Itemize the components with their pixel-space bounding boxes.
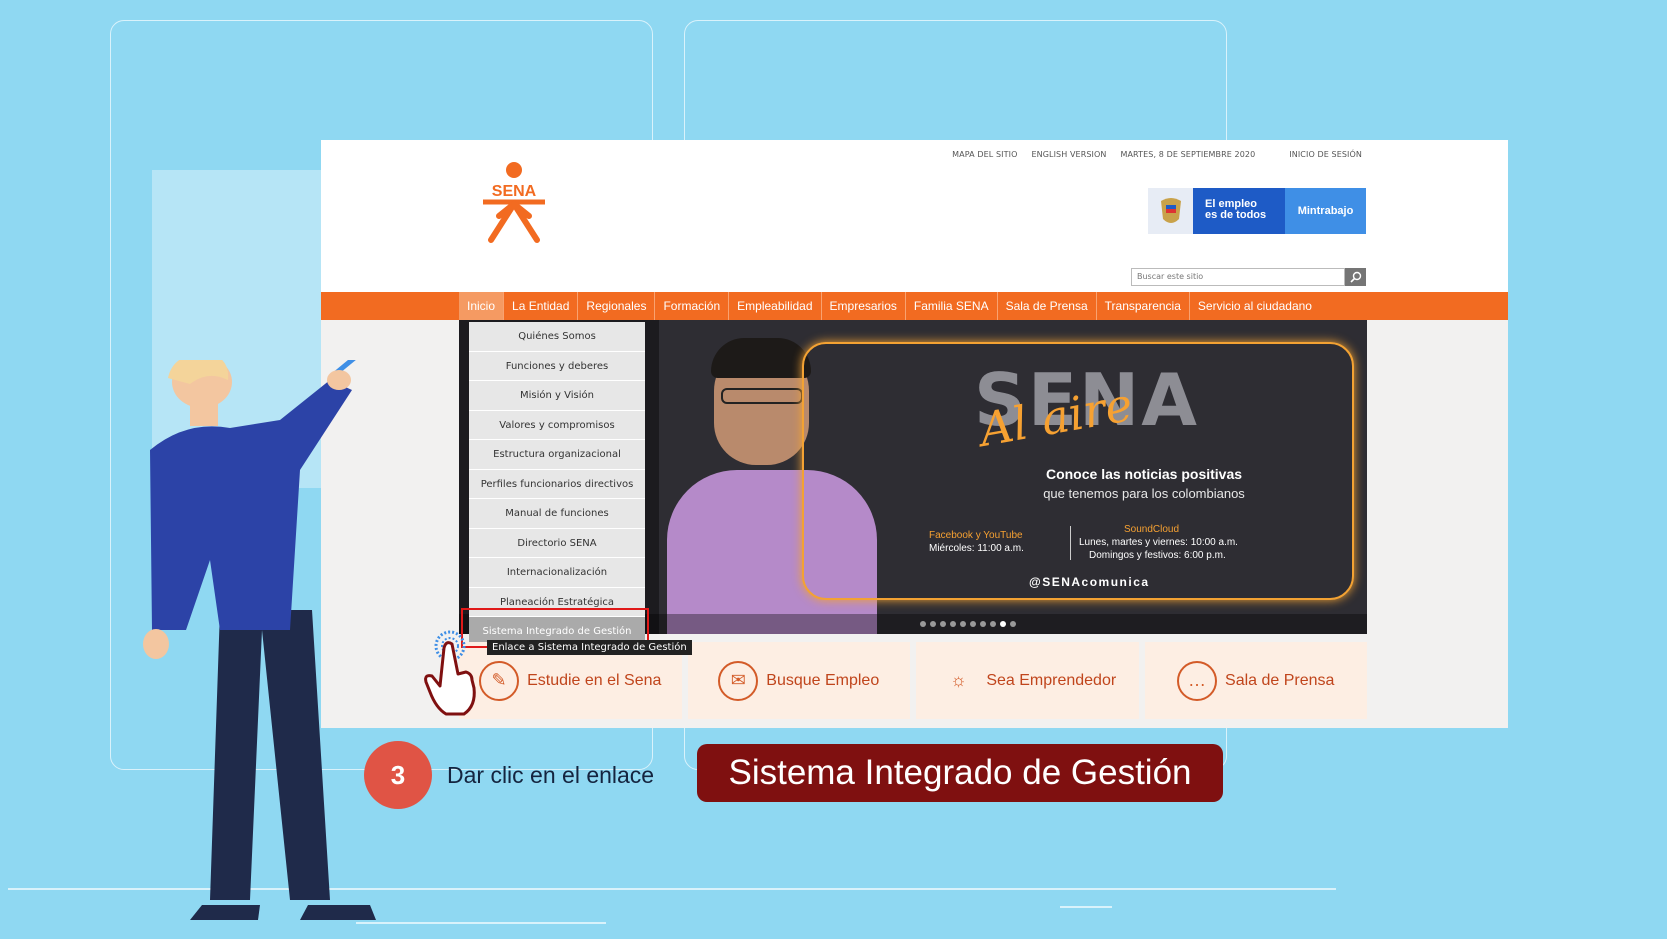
hand-pointer-icon <box>424 630 476 716</box>
card-emprendedor[interactable]: ☼ Sea Emprendedor <box>916 642 1139 719</box>
carousel-dot[interactable] <box>980 621 986 627</box>
soundcloud-time-weekdays: Lunes, martes y viernes: 10:00 a.m. <box>1079 537 1238 548</box>
chat-bubble-icon: … <box>1177 660 1218 701</box>
nav-item-servicio-ciudadano[interactable]: Servicio al ciudadano <box>1188 292 1320 320</box>
nav-item-empresarios[interactable]: Empresarios <box>820 292 905 320</box>
utility-bar: MAPA DEL SITIO ENGLISH VERSION MARTES, 8… <box>952 150 1362 159</box>
government-banner[interactable]: El empleo es de todos Mintrabajo <box>1148 188 1366 234</box>
carousel-dot[interactable] <box>990 621 996 627</box>
carousel-dot[interactable] <box>920 621 926 627</box>
nav-item-sala-de-prensa[interactable]: Sala de Prensa <box>996 292 1096 320</box>
hero-headline: Conoce las noticias positivas <box>1045 466 1243 482</box>
current-date: MARTES, 8 DE SEPTIEMBRE 2020 <box>1120 150 1256 159</box>
search-icon <box>1349 271 1361 283</box>
lightbulb-icon: ☼ <box>950 670 967 690</box>
card-label: Sala de Prensa <box>1225 671 1335 689</box>
hero-person-glasses <box>721 388 803 404</box>
sena-logo[interactable]: SENA <box>471 160 557 246</box>
link-tooltip: Enlace a Sistema Integrado de Gestión <box>487 640 692 655</box>
carousel-dot[interactable] <box>930 621 936 627</box>
inicio-dropdown-menu: Quiénes Somos Funciones y deberes Misión… <box>469 322 645 647</box>
menu-item-internacionalizacion[interactable]: Internacionalización <box>469 558 645 588</box>
nav-item-inicio[interactable]: Inicio <box>459 292 504 320</box>
menu-item-directorio[interactable]: Directorio SENA <box>469 529 645 558</box>
menu-item-funciones-deberes[interactable]: Funciones y deberes <box>469 352 645 381</box>
card-label: Estudie en el Sena <box>527 671 662 689</box>
instruction-highlight: Sistema Integrado de Gestión <box>697 744 1223 802</box>
social-handle: @SENAcomunica <box>1029 575 1150 589</box>
nav-item-regionales[interactable]: Regionales <box>577 292 654 320</box>
search-button[interactable] <box>1345 268 1366 286</box>
nav-item-empleabilidad[interactable]: Empleabilidad <box>728 292 820 320</box>
step-number: 3 <box>364 741 432 809</box>
instruction-text: Dar clic en el enlace <box>447 762 655 788</box>
carousel-dot[interactable] <box>1000 621 1006 627</box>
carousel-dot[interactable] <box>940 621 946 627</box>
floor-line-short <box>356 922 606 924</box>
card-sala-prensa[interactable]: … Sala de Prensa <box>1144 642 1367 719</box>
menu-item-mision-vision[interactable]: Misión y Visión <box>469 381 645 411</box>
facebook-youtube-time: Miércoles: 11:00 a.m. <box>929 543 1024 554</box>
carousel-dot[interactable] <box>960 621 966 627</box>
english-version-link[interactable]: ENGLISH VERSION <box>1031 150 1106 159</box>
carousel-dot[interactable] <box>950 621 956 627</box>
menu-item-valores[interactable]: Valores y compromisos <box>469 411 645 440</box>
main-navigation: Inicio La Entidad Regionales Formación E… <box>321 292 1508 320</box>
menu-item-quienes-somos[interactable]: Quiénes Somos <box>469 322 645 352</box>
nav-item-formacion[interactable]: Formación <box>654 292 728 320</box>
sitemap-link[interactable]: MAPA DEL SITIO <box>952 150 1017 159</box>
carousel-dot[interactable] <box>970 621 976 627</box>
nav-item-transparencia[interactable]: Transparencia <box>1095 292 1189 320</box>
briefcase-icon: ✉ <box>718 660 759 701</box>
coat-of-arms-icon <box>1148 188 1193 234</box>
hero-subline: que tenemos para los colombianos <box>1043 486 1245 501</box>
carousel-dot[interactable] <box>1010 621 1016 627</box>
soundcloud-label: SoundCloud <box>1124 524 1180 535</box>
empleo-tagline: El empleo es de todos <box>1193 188 1285 234</box>
hero-divider <box>1070 526 1071 560</box>
menu-item-estructura[interactable]: Estructura organizacional <box>469 440 645 470</box>
empleo-line2: es de todos <box>1205 209 1267 221</box>
menu-item-manual[interactable]: Manual de funciones <box>469 499 645 529</box>
floor-line-right <box>1060 906 1112 908</box>
nav-item-la-entidad[interactable]: La Entidad <box>503 292 577 320</box>
soundcloud-time-sundays: Domingos y festivos: 6:00 p.m. <box>1089 550 1226 561</box>
login-link[interactable]: INICIO DE SESIÓN <box>1289 150 1362 159</box>
card-busque-empleo[interactable]: ✉ Busque Empleo <box>687 642 910 719</box>
ministry-label: Mintrabajo <box>1285 188 1366 234</box>
search-input[interactable]: Buscar este sitio <box>1131 268 1345 286</box>
menu-item-perfiles[interactable]: Perfiles funcionarios directivos <box>469 470 645 499</box>
card-label: Sea Emprendedor <box>986 671 1117 689</box>
logo-text: SENA <box>492 183 537 200</box>
facebook-youtube-label: Facebook y YouTube <box>929 530 1023 541</box>
nav-item-familia-sena[interactable]: Familia SENA <box>904 292 997 320</box>
card-label: Busque Empleo <box>766 671 880 689</box>
presenter-illustration <box>143 360 376 920</box>
hero-person-hair <box>711 338 811 378</box>
